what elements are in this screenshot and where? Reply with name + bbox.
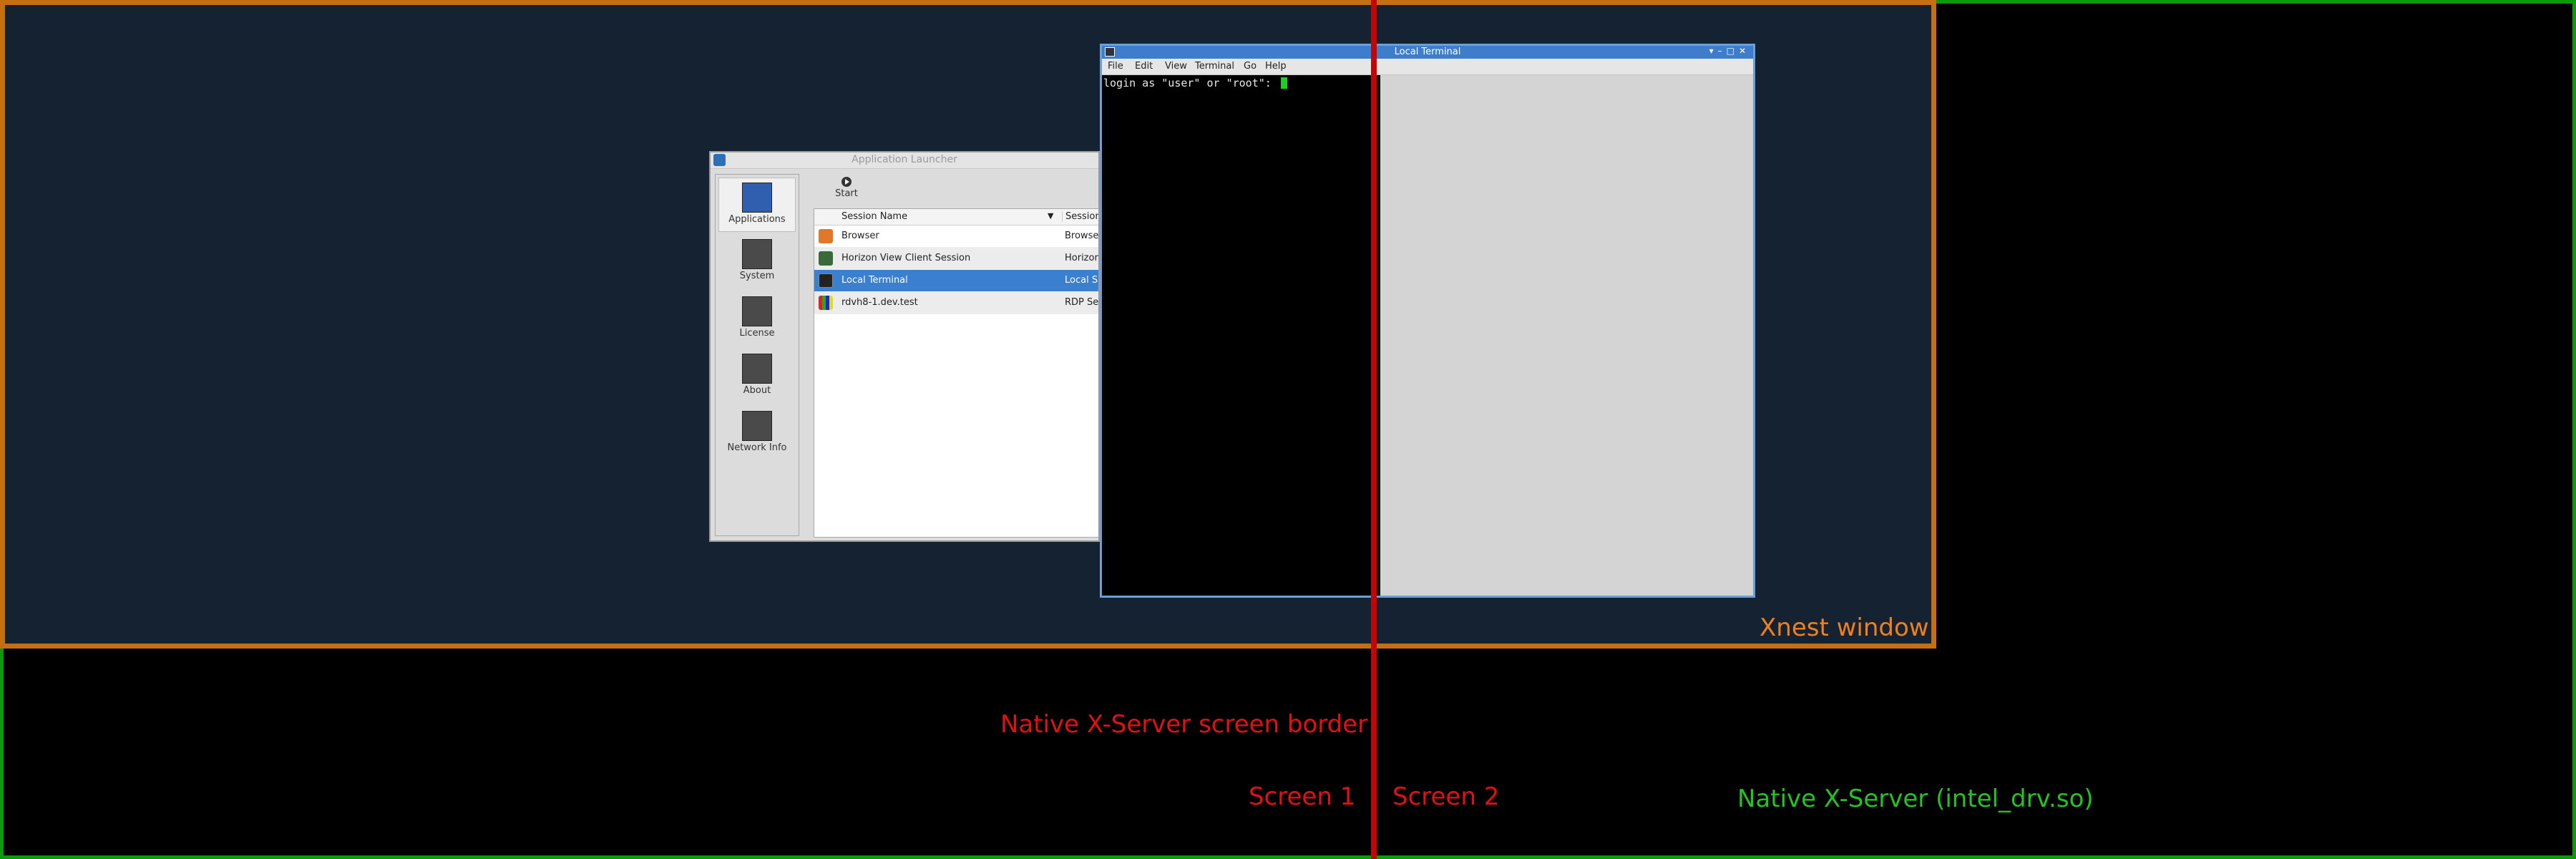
terminal-cursor xyxy=(1280,77,1287,89)
session-list: Session Name ▼ Session Browser Browser H… xyxy=(814,208,1100,538)
login-prompt: login as "user" or "root": xyxy=(1103,77,1278,89)
sidebar-item-system[interactable]: System xyxy=(718,235,796,289)
menu-go[interactable]: Go xyxy=(1244,61,1257,72)
session-name: Browser xyxy=(841,230,879,241)
menu-view[interactable]: View xyxy=(1165,61,1187,72)
start-button[interactable]: Start xyxy=(825,177,868,205)
horizon-icon xyxy=(819,251,833,266)
native-screen-border-line xyxy=(1371,0,1377,859)
xnest-window: Application Launcher Applications System… xyxy=(0,0,1936,649)
terminal-title: Local Terminal xyxy=(1394,47,1461,57)
sidebar-item-about[interactable]: About xyxy=(718,349,796,404)
rdp-icon xyxy=(819,296,833,310)
table-row[interactable]: Browser Browser xyxy=(814,225,1100,248)
table-row[interactable]: Local Terminal Local S xyxy=(814,270,1098,292)
launcher-title: Application Launcher xyxy=(852,154,957,165)
session-name: rdvh8-1.dev.test xyxy=(841,297,918,308)
launcher-titlebar[interactable]: Application Launcher xyxy=(711,152,1098,169)
menu-edit[interactable]: Edit xyxy=(1135,61,1153,72)
sort-down-icon[interactable]: ▼ xyxy=(1048,211,1053,220)
menu-arrow-icon[interactable]: ▾ xyxy=(1709,46,1718,56)
menu-help[interactable]: Help xyxy=(1265,61,1287,72)
sidebar-item-network-info[interactable]: Network Info xyxy=(718,407,796,461)
system-gear-icon xyxy=(742,239,772,269)
table-row[interactable]: Horizon View Client Session Horizon xyxy=(814,248,1100,270)
terminal-icon xyxy=(819,273,833,288)
sidebar-item-label: Applications xyxy=(728,214,786,225)
native-x-server-label: Native X-Server (intel_drv.so) xyxy=(1737,785,2094,813)
browser-icon xyxy=(819,229,833,243)
launcher-sidebar: Applications System License About Networ… xyxy=(715,174,799,536)
terminal-titlebar[interactable]: Local Terminal ▾–□✕ xyxy=(1102,46,1753,59)
session-name: Local Terminal xyxy=(841,275,908,286)
terminal-prompt-line: login as "user" or "root": xyxy=(1103,77,1287,89)
close-icon[interactable]: ✕ xyxy=(1739,46,1750,56)
session-name: Horizon View Client Session xyxy=(841,253,971,263)
session-type: RDP Se xyxy=(1065,297,1099,308)
sidebar-item-label: License xyxy=(739,328,775,339)
sidebar-item-label: System xyxy=(739,271,775,281)
start-label: Start xyxy=(835,188,858,199)
session-type: Horizon xyxy=(1065,253,1100,263)
sidebar-item-applications[interactable]: Applications xyxy=(718,178,796,232)
terminal-menubar: File Edit View Terminal Go Help xyxy=(1102,59,1753,75)
session-list-header: Session Name ▼ Session xyxy=(814,209,1098,225)
column-header-session-type[interactable]: Session xyxy=(1062,211,1098,222)
screen-2-label: Screen 2 xyxy=(1392,782,1500,811)
license-list-icon xyxy=(742,296,772,326)
column-header-session-name[interactable]: Session Name xyxy=(841,211,907,222)
window-controls: ▾–□✕ xyxy=(1709,46,1750,56)
sidebar-item-label: Network Info xyxy=(727,442,787,453)
info-icon xyxy=(742,354,772,384)
terminal-output[interactable]: login as "user" or "root": xyxy=(1102,75,1380,596)
minimize-icon[interactable]: – xyxy=(1718,46,1727,56)
session-type: Local S xyxy=(1065,275,1098,286)
sidebar-item-label: About xyxy=(743,385,771,396)
native-screen-border-label: Native X-Server screen border xyxy=(1000,710,1368,739)
screen-1-label: Screen 1 xyxy=(1249,782,1356,811)
maximize-icon[interactable]: □ xyxy=(1727,46,1739,56)
applications-icon xyxy=(742,183,772,213)
application-launcher-window: Application Launcher Applications System… xyxy=(709,151,1100,542)
menu-file[interactable]: File xyxy=(1108,61,1123,72)
session-type: Browser xyxy=(1065,230,1100,241)
local-terminal-window: Local Terminal ▾–□✕ File Edit View Termi… xyxy=(1100,44,1755,598)
network-plug-icon xyxy=(742,411,772,441)
sidebar-item-license[interactable]: License xyxy=(718,292,796,346)
xnest-window-label: Xnest window xyxy=(1760,613,1929,642)
menu-terminal[interactable]: Terminal xyxy=(1195,61,1234,72)
table-row[interactable]: rdvh8-1.dev.test RDP Se xyxy=(814,292,1099,314)
play-icon xyxy=(841,177,852,187)
